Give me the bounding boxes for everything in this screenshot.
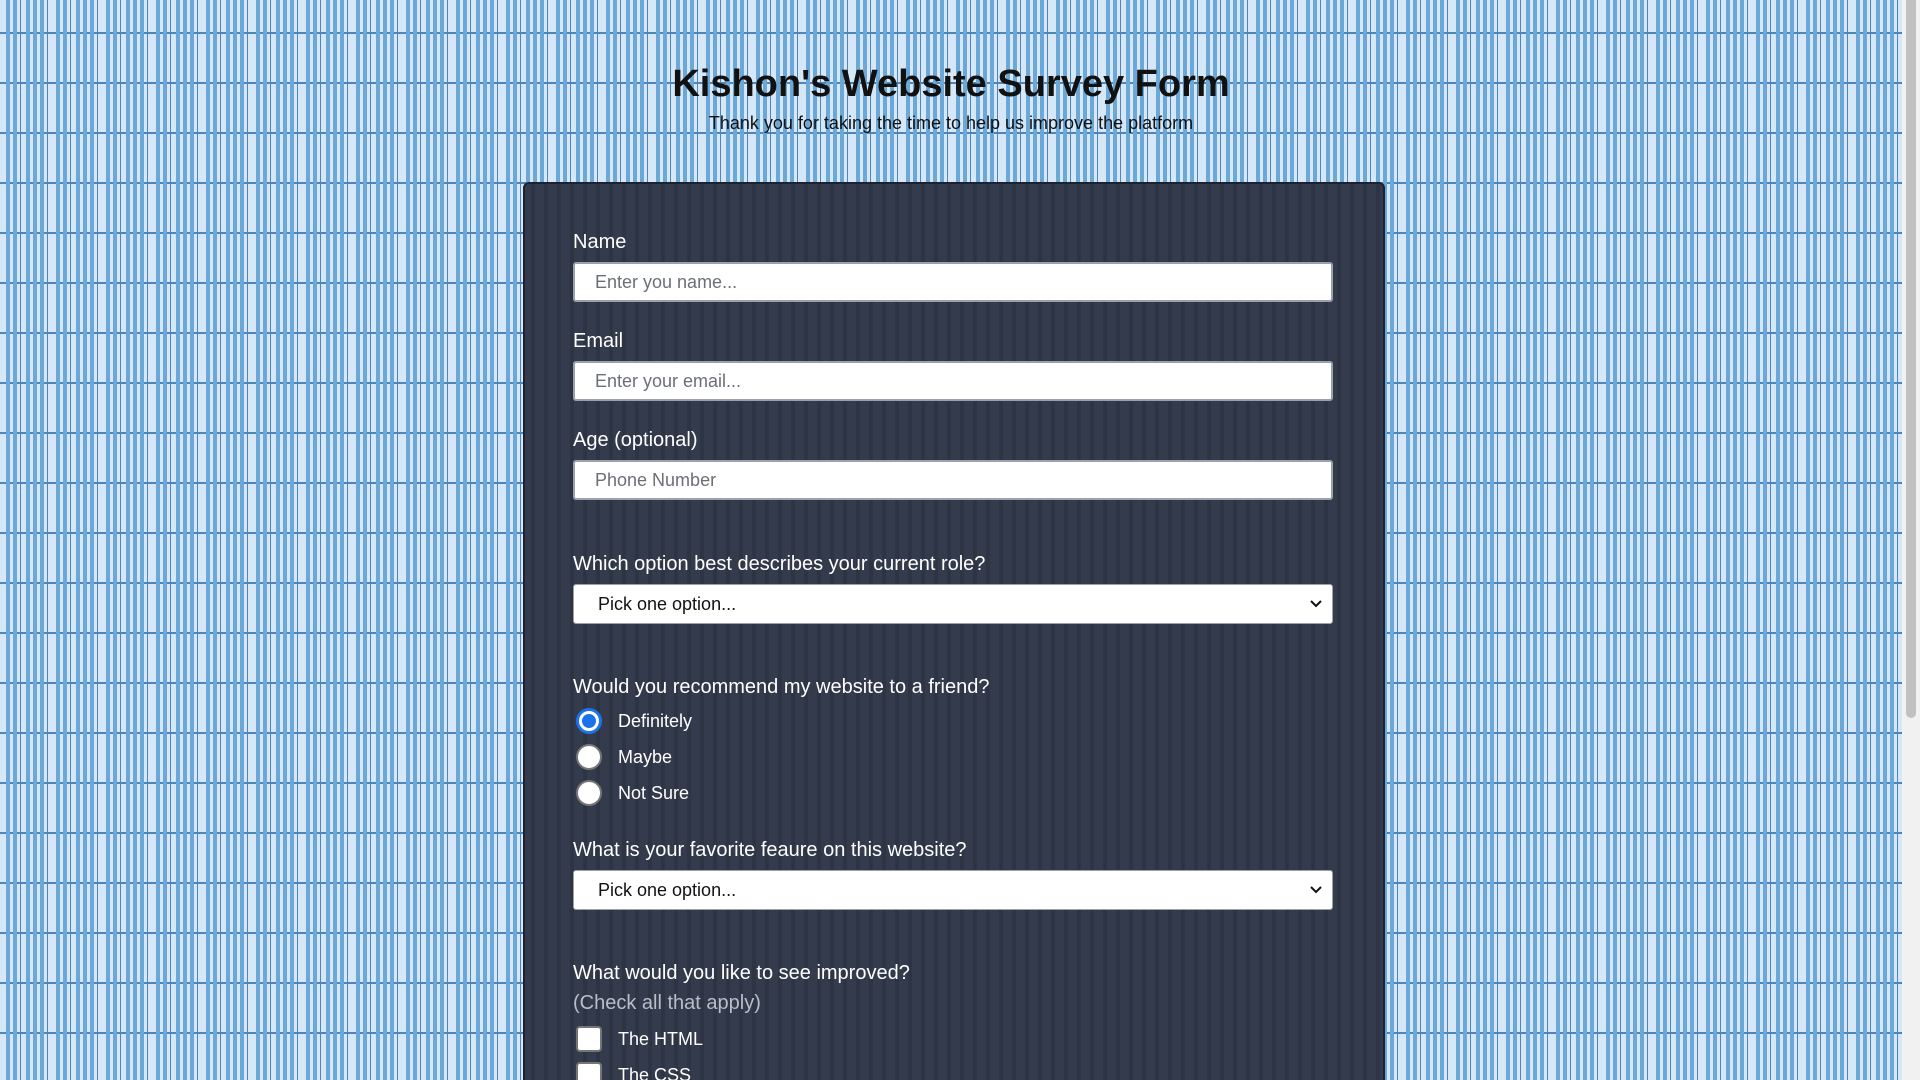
checkbox[interactable]	[576, 1062, 602, 1080]
name-input[interactable]	[573, 262, 1333, 302]
email-input[interactable]	[573, 361, 1333, 401]
role-select[interactable]: Pick one option...	[573, 584, 1333, 624]
radio-option-maybe[interactable]: Maybe	[573, 739, 1333, 775]
role-field-group: Which option best describes your current…	[573, 552, 1333, 624]
age-input[interactable]	[573, 460, 1333, 500]
page-title: Kishon's Website Survey Form	[672, 63, 1230, 105]
name-label: Name	[573, 231, 627, 253]
improve-field-group: What would you like to see improved? (Ch…	[573, 961, 1333, 1080]
scrollbar-thumb[interactable]	[1906, 0, 1916, 718]
email-field-group: Email	[573, 329, 1333, 401]
vertical-scrollbar[interactable]	[1902, 0, 1920, 1080]
role-label: Which option best describes your current…	[573, 553, 986, 575]
improve-hint: (Check all that apply)	[573, 992, 761, 1014]
checkbox-option-label: The CSS	[618, 1064, 692, 1080]
radio-button[interactable]	[576, 744, 602, 770]
survey-page: Kishon's Website Survey Form Thank you f…	[0, 0, 1902, 1080]
chevron-down-icon	[1308, 596, 1324, 612]
feature-select-value: Pick one option...	[598, 879, 737, 900]
radio-option-not-sure[interactable]: Not Sure	[573, 775, 1333, 811]
checkbox-option-label: The HTML	[618, 1028, 704, 1049]
feature-field-group: What is your favorite feaure on this web…	[573, 838, 1333, 910]
radio-option-label: Maybe	[618, 746, 673, 767]
recommend-label: Would you recommend my website to a frie…	[573, 676, 990, 698]
radio-option-label: Definitely	[618, 710, 693, 731]
radio-button[interactable]	[576, 708, 602, 734]
feature-select[interactable]: Pick one option...	[573, 870, 1333, 910]
radio-button[interactable]	[576, 780, 602, 806]
age-field-group: Age (optional)	[573, 428, 1333, 500]
radio-option-label: Not Sure	[618, 782, 690, 803]
name-field-group: Name	[573, 230, 1333, 302]
age-label: Age (optional)	[573, 429, 698, 451]
checkbox-option-html[interactable]: The HTML	[573, 1021, 1333, 1057]
improve-label: What would you like to see improved?	[573, 962, 910, 984]
recommend-field-group: Would you recommend my website to a frie…	[573, 675, 1333, 811]
chevron-down-icon	[1308, 882, 1324, 898]
page-subtitle: Thank you for taking the time to help us…	[708, 113, 1194, 133]
email-label: Email	[573, 330, 624, 352]
survey-form: Name Email Age (optional) Which option b…	[523, 182, 1385, 1080]
role-select-value: Pick one option...	[598, 593, 737, 614]
checkbox-option-css[interactable]: The CSS	[573, 1057, 1333, 1080]
radio-option-definitely[interactable]: Definitely	[573, 703, 1333, 739]
feature-label: What is your favorite feaure on this web…	[573, 839, 967, 861]
page-header: Kishon's Website Survey Form Thank you f…	[0, 56, 1902, 134]
checkbox[interactable]	[576, 1026, 602, 1052]
